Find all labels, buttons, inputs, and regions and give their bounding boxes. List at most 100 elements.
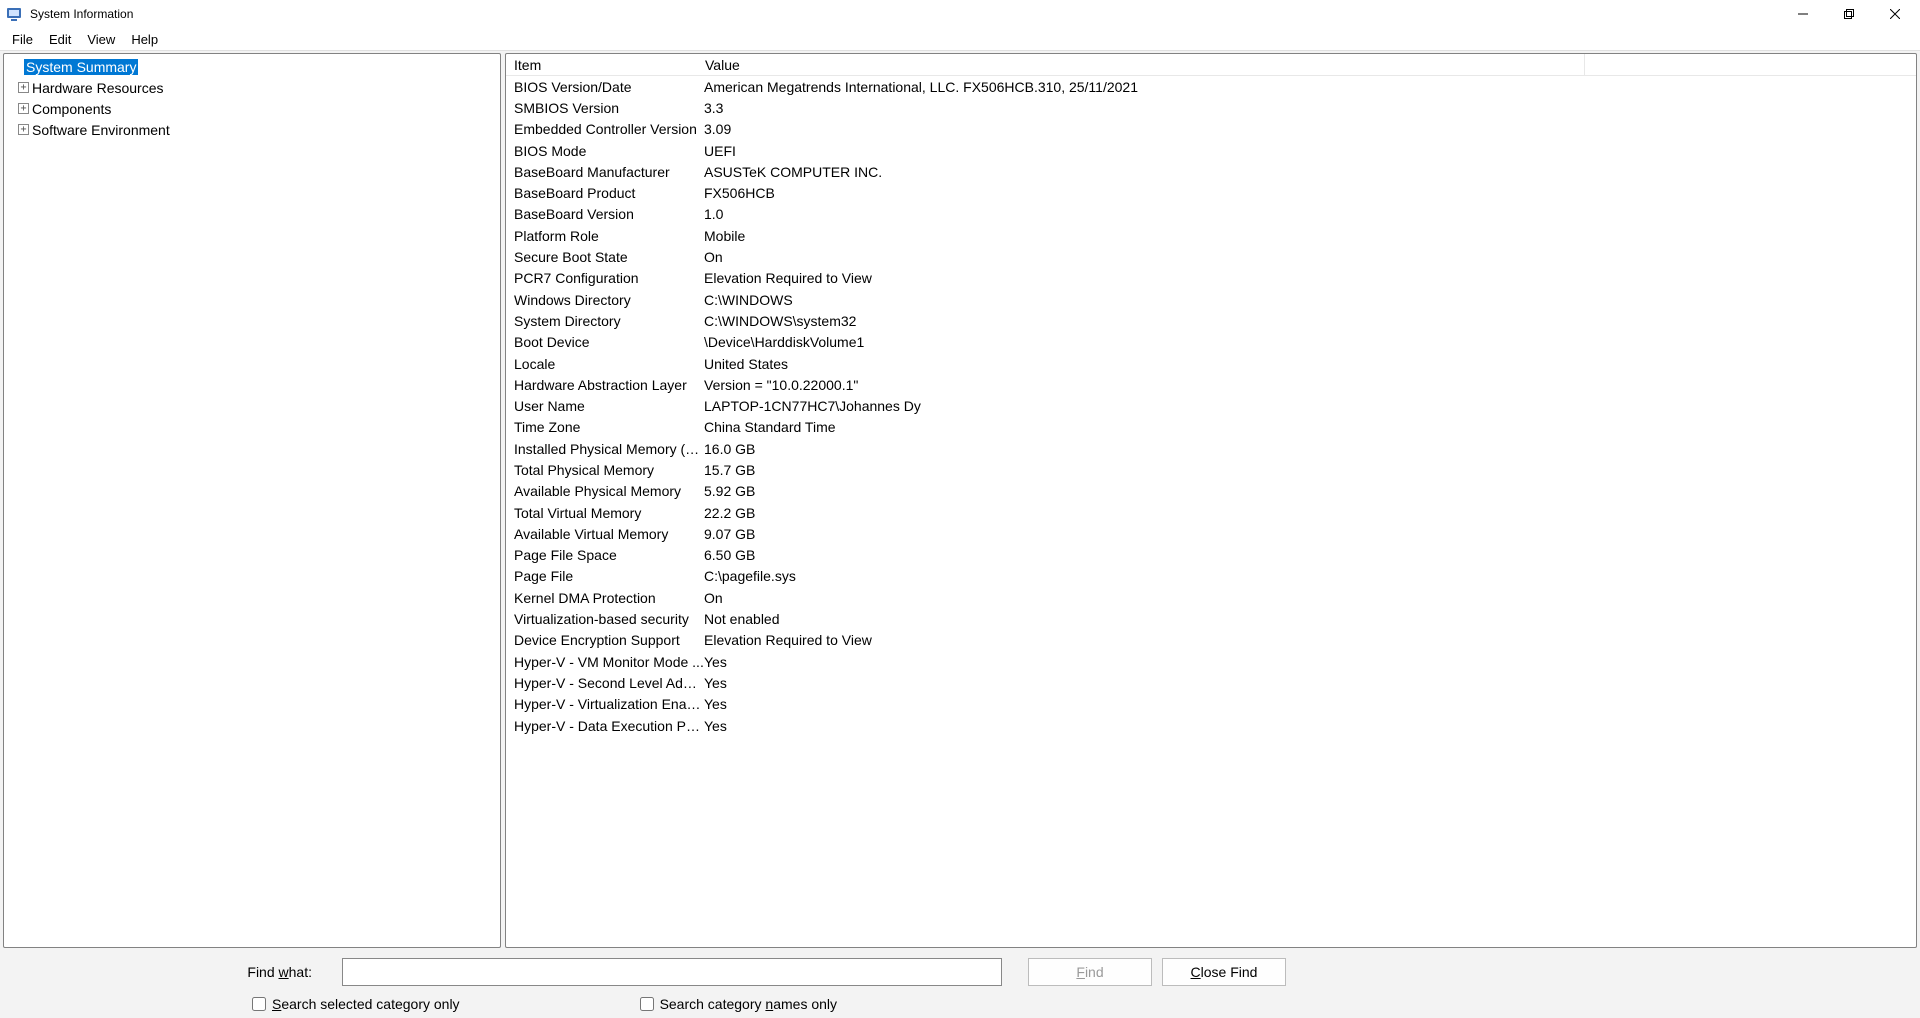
cell-item: BIOS Mode [506,143,704,159]
checkbox-selected-category[interactable] [252,997,266,1011]
cell-item: Device Encryption Support [506,632,704,648]
table-row[interactable]: Embedded Controller Version3.09 [506,119,1916,140]
check-search-selected-category[interactable]: Search selected category only [252,996,460,1012]
tree-item-software-environment[interactable]: + Software Environment [4,119,500,140]
find-input[interactable] [342,958,1002,986]
table-row[interactable]: Total Virtual Memory22.2 GB [506,502,1916,523]
menubar: File Edit View Help [0,28,1920,51]
cell-item: Locale [506,356,704,372]
tree-label: Software Environment [32,122,170,138]
cell-value: 15.7 GB [704,462,1916,478]
cell-value: On [704,590,1916,606]
cell-item: Platform Role [506,228,704,244]
table-row[interactable]: System DirectoryC:\WINDOWS\system32 [506,310,1916,331]
tree-label: System Summary [24,59,138,75]
cell-value: China Standard Time [704,419,1916,435]
cell-item: BaseBoard Version [506,206,704,222]
checkbox-category-names[interactable] [640,997,654,1011]
window-title: System Information [30,7,133,21]
table-row[interactable]: Hyper-V - VM Monitor Mode ...Yes [506,651,1916,672]
find-button[interactable]: Find [1028,958,1152,986]
cell-item: BaseBoard Product [506,185,704,201]
table-row[interactable]: Page File Space6.50 GB [506,545,1916,566]
cell-item: Boot Device [506,334,704,350]
table-row[interactable]: Hyper-V - Second Level Addre...Yes [506,672,1916,693]
table-row[interactable]: BaseBoard ManufacturerASUSTeK COMPUTER I… [506,161,1916,182]
check-search-category-names[interactable]: Search category names only [640,996,837,1012]
tree-label: Hardware Resources [32,80,164,96]
cell-value: \Device\HarddiskVolume1 [704,334,1916,350]
table-row[interactable]: PCR7 ConfigurationElevation Required to … [506,268,1916,289]
table-row[interactable]: Platform RoleMobile [506,225,1916,246]
table-row[interactable]: BIOS Version/DateAmerican Megatrends Int… [506,76,1916,97]
cell-value: 3.09 [704,121,1916,137]
cell-item: Total Physical Memory [506,462,704,478]
cell-value: 3.3 [704,100,1916,116]
table-row[interactable]: Windows DirectoryC:\WINDOWS [506,289,1916,310]
cell-value: Elevation Required to View [704,270,1916,286]
category-tree[interactable]: System Summary + Hardware Resources + Co… [4,54,500,142]
tree-item-components[interactable]: + Components [4,98,500,119]
app-icon [6,6,22,22]
find-label: Find what: [12,964,332,980]
column-header-blank[interactable] [1584,54,1916,75]
table-row[interactable]: Boot Device\Device\HarddiskVolume1 [506,332,1916,353]
list-body[interactable]: BIOS Version/DateAmerican Megatrends Int… [506,76,1916,947]
cell-value: Not enabled [704,611,1916,627]
table-row[interactable]: BIOS ModeUEFI [506,140,1916,161]
table-row[interactable]: BaseBoard Version1.0 [506,204,1916,225]
cell-item: Virtualization-based security [506,611,704,627]
cell-value: Version = "10.0.22000.1" [704,377,1916,393]
cell-item: Page File [506,568,704,584]
menu-help[interactable]: Help [123,30,166,49]
cell-value: 16.0 GB [704,441,1916,457]
table-row[interactable]: Secure Boot StateOn [506,246,1916,267]
table-row[interactable]: Hyper-V - Data Execution Pro...Yes [506,715,1916,736]
list-header[interactable]: Item Value [506,54,1916,76]
expand-icon[interactable]: + [18,103,29,114]
tree-root-system-summary[interactable]: System Summary [4,56,500,77]
cell-item: Kernel DMA Protection [506,590,704,606]
cell-item: BIOS Version/Date [506,79,704,95]
cell-value: C:\pagefile.sys [704,568,1916,584]
cell-value: LAPTOP-1CN77HC7\Johannes Dy [704,398,1916,414]
close-find-button[interactable]: Close Find [1162,958,1286,986]
tree-item-hardware-resources[interactable]: + Hardware Resources [4,77,500,98]
table-row[interactable]: LocaleUnited States [506,353,1916,374]
expand-icon[interactable]: + [18,82,29,93]
table-row[interactable]: Available Virtual Memory9.07 GB [506,523,1916,544]
table-row[interactable]: Kernel DMA ProtectionOn [506,587,1916,608]
column-header-value[interactable]: Value [704,57,1584,73]
table-row[interactable]: SMBIOS Version3.3 [506,97,1916,118]
table-row[interactable]: Total Physical Memory15.7 GB [506,459,1916,480]
cell-value: American Megatrends International, LLC. … [704,79,1916,95]
table-row[interactable]: Available Physical Memory5.92 GB [506,481,1916,502]
menu-view[interactable]: View [79,30,123,49]
column-header-item[interactable]: Item [506,57,704,73]
table-row[interactable]: Hyper-V - Virtualization Enabl...Yes [506,694,1916,715]
maximize-button[interactable] [1826,0,1872,28]
cell-item: Hyper-V - Data Execution Pro... [506,718,704,734]
expand-icon[interactable]: + [18,124,29,135]
cell-value: Yes [704,675,1916,691]
table-row[interactable]: User NameLAPTOP-1CN77HC7\Johannes Dy [506,395,1916,416]
cell-value: Mobile [704,228,1916,244]
cell-item: Installed Physical Memory (RA... [506,441,704,457]
cell-item: Hardware Abstraction Layer [506,377,704,393]
table-row[interactable]: Time ZoneChina Standard Time [506,417,1916,438]
table-row[interactable]: Device Encryption SupportElevation Requi… [506,630,1916,651]
cell-item: Secure Boot State [506,249,704,265]
menu-edit[interactable]: Edit [41,30,79,49]
table-row[interactable]: Virtualization-based securityNot enabled [506,608,1916,629]
cell-value: 22.2 GB [704,505,1916,521]
close-button[interactable] [1872,0,1918,28]
cell-value: Yes [704,696,1916,712]
table-row[interactable]: Installed Physical Memory (RA...16.0 GB [506,438,1916,459]
cell-value: FX506HCB [704,185,1916,201]
table-row[interactable]: Page FileC:\pagefile.sys [506,566,1916,587]
cell-item: Hyper-V - Second Level Addre... [506,675,704,691]
menu-file[interactable]: File [4,30,41,49]
minimize-button[interactable] [1780,0,1826,28]
table-row[interactable]: BaseBoard ProductFX506HCB [506,182,1916,203]
table-row[interactable]: Hardware Abstraction LayerVersion = "10.… [506,374,1916,395]
